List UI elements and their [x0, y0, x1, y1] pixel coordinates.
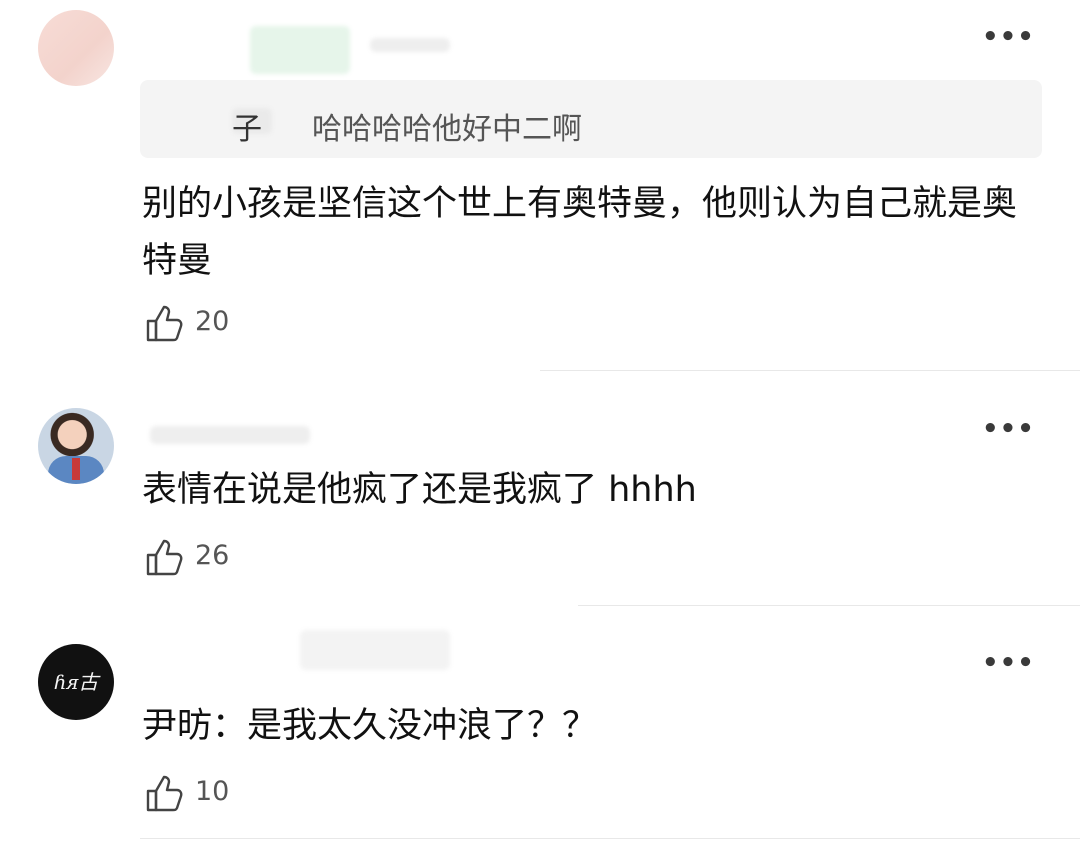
like-count: 26 [195, 540, 230, 571]
divider [140, 838, 1080, 839]
avatar[interactable]: ɦᴙ古 [38, 644, 114, 720]
divider [540, 370, 1080, 371]
thumbs-up-icon[interactable] [143, 302, 185, 344]
username-blurred[interactable] [150, 426, 310, 444]
divider [578, 605, 1080, 606]
comment-text: 别的小孩是坚信这个世上有奥特曼，他则认为自己就是奥特曼 [142, 184, 1018, 281]
thumbs-up-icon[interactable] [143, 536, 185, 578]
like-count: 20 [195, 306, 230, 337]
more-options-button[interactable]: ••• [982, 22, 1034, 52]
avatar[interactable] [38, 408, 114, 484]
like-count: 10 [195, 776, 230, 807]
more-options-button[interactable]: ••• [982, 414, 1034, 444]
quoted-username: 子 [232, 112, 262, 147]
comment-text: 尹昉：是我太久没冲浪了？？ [142, 706, 598, 746]
more-options-button[interactable]: ••• [982, 648, 1034, 678]
comment-text: 表情在说是他疯了还是我疯了 hhhh [142, 470, 697, 510]
quoted-reply[interactable] [140, 80, 1042, 158]
avatar-tie [72, 458, 80, 480]
username-blurred[interactable] [300, 630, 450, 670]
quoted-comment-text: 哈哈哈哈他好中二啊 [312, 112, 582, 147]
avatar[interactable] [38, 10, 114, 86]
avatar-signature: ɦᴙ古 [53, 670, 99, 694]
timestamp-blurred [370, 38, 450, 52]
thumbs-up-icon[interactable] [143, 772, 185, 814]
username-blurred[interactable] [250, 26, 350, 74]
